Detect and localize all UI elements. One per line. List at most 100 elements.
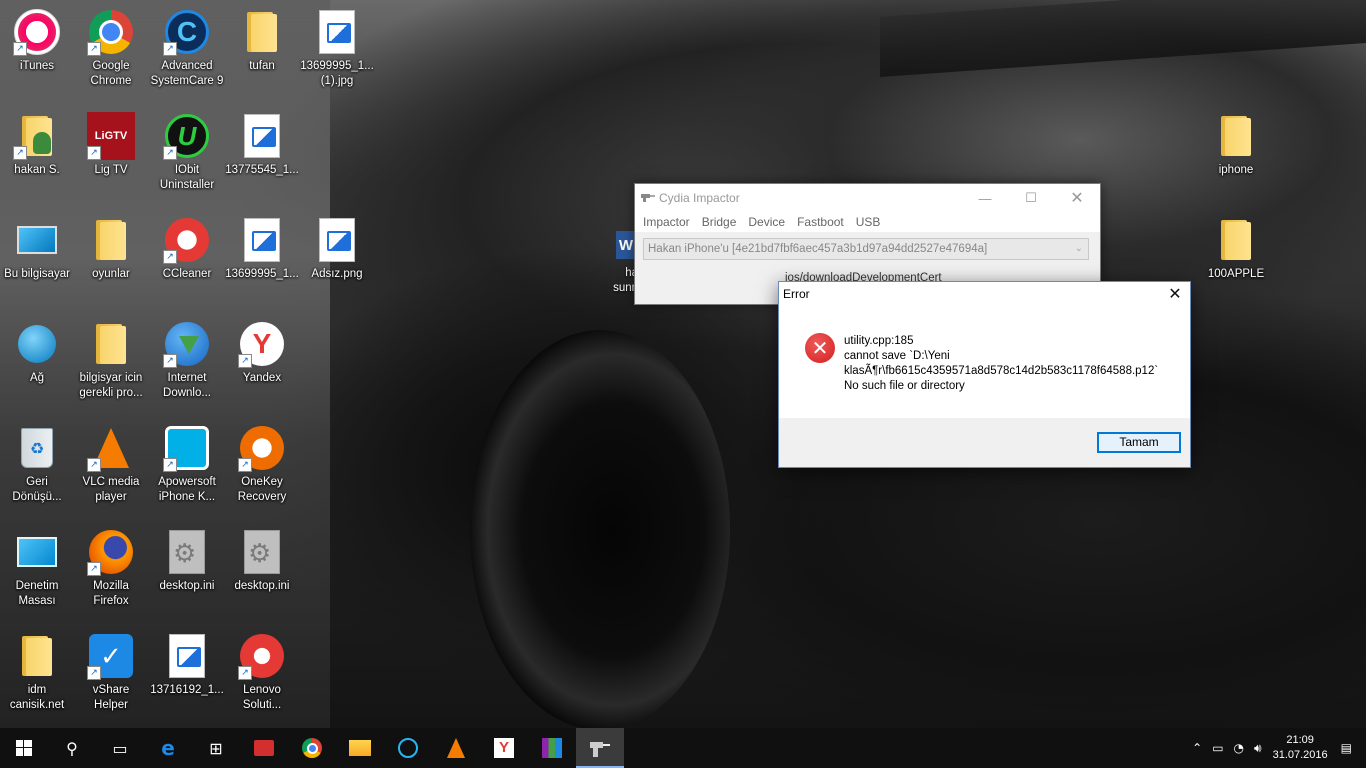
- desktop-icon-image-1[interactable]: 13699995_1... (1).jpg: [300, 0, 374, 100]
- start-button[interactable]: [0, 728, 48, 768]
- window-titlebar[interactable]: Cydia Impactor — ☐ ✕: [635, 184, 1100, 212]
- desktop-icon-desktop-ini-1[interactable]: desktop.ini: [150, 520, 224, 620]
- device-dropdown[interactable]: Hakan iPhone'u [4e21bd7fbf6aec457a3b1d97…: [643, 238, 1089, 260]
- desktop-icon-vlc[interactable]: ↗ VLC media player: [74, 416, 148, 516]
- desktop-icon-oyunlar[interactable]: oyunlar: [74, 208, 148, 308]
- device-dropdown-value: Hakan iPhone'u [4e21bd7fbf6aec457a3b1d97…: [648, 243, 988, 255]
- desktop-icon-ccleaner[interactable]: ↗ CCleaner: [150, 208, 224, 308]
- menu-impactor[interactable]: Impactor: [637, 212, 696, 232]
- desktop-icon-label: iphone: [1218, 164, 1254, 176]
- desktop-icon-adsiz-png[interactable]: Adsız.png: [300, 208, 374, 308]
- notification-icon[interactable]: ▤: [1341, 741, 1352, 755]
- desktop-icon-control-panel[interactable]: Denetim Masası: [0, 520, 74, 620]
- desktop-icon-label: IObit Uninstaller: [159, 164, 215, 191]
- dialog-close-button[interactable]: ✕: [1160, 282, 1190, 306]
- dialog-titlebar[interactable]: Error ✕: [779, 282, 1190, 306]
- taskbar-chrome[interactable]: [288, 728, 336, 768]
- menu-device[interactable]: Device: [742, 212, 791, 232]
- desktop-icon-label: desktop.ini: [234, 580, 290, 592]
- edge-icon: e: [161, 736, 175, 760]
- taskbar-reader[interactable]: [240, 728, 288, 768]
- vlc-icon: ↗: [87, 424, 135, 472]
- close-button[interactable]: ✕: [1054, 184, 1100, 212]
- wifi-icon[interactable]: ◔: [1234, 741, 1244, 755]
- task-view-button[interactable]: ▭: [96, 728, 144, 768]
- desktop-icon-label: CCleaner: [162, 268, 212, 280]
- desktop-icon-yandex[interactable]: Y ↗ Yandex: [225, 312, 299, 412]
- desktop-icon-label: 13775545_1...: [225, 164, 299, 176]
- menu-fastboot[interactable]: Fastboot: [791, 212, 850, 232]
- taskbar-winrar[interactable]: [528, 728, 576, 768]
- chevron-up-icon[interactable]: ⌃: [1192, 741, 1202, 755]
- desktop-icon-lenovo-solutions[interactable]: ↗ Lenovo Soluti...: [225, 624, 299, 724]
- clock-date: 31.07.2016: [1272, 749, 1328, 761]
- desktop-icon-idm-canisik[interactable]: idm canisik.net: [0, 624, 74, 724]
- onekey-recovery-icon: ↗: [238, 424, 286, 472]
- desktop-icon-label: Lenovo Soluti...: [242, 684, 282, 711]
- desktop-icon-recycle-bin[interactable]: ♻ Geri Dönüşü...: [0, 416, 74, 516]
- user-folder-icon: ↗: [13, 112, 61, 160]
- taskbar-edge[interactable]: e: [144, 728, 192, 768]
- store-icon: ⊞: [209, 738, 223, 758]
- error-dialog[interactable]: Error ✕ ✕ utility.cpp:185 cannot save `D…: [778, 281, 1191, 468]
- desktop-icon-desktop-ini-2[interactable]: desktop.ini: [225, 520, 299, 620]
- desktop-icon-label: 13699995_1...: [225, 268, 299, 280]
- desktop-icon-label: Yandex: [242, 372, 282, 384]
- vlc-icon: [447, 738, 465, 758]
- desktop-icon-iphone-folder[interactable]: iphone: [1199, 104, 1273, 204]
- internet-download-manager-icon: ↗: [163, 320, 211, 368]
- chevron-down-icon: ⌄: [1074, 243, 1083, 254]
- desktop-icon-internet-download-manager[interactable]: ↗ Internet Downlo...: [150, 312, 224, 412]
- taskbar-store[interactable]: ⊞: [192, 728, 240, 768]
- desktop-icon-label: Internet Downlo...: [163, 372, 211, 399]
- desktop-icon-label: hakan S.: [14, 164, 60, 176]
- desktop-icon-label: Bu bilgisayar: [4, 268, 70, 280]
- desktop-icon-iobit-uninstaller[interactable]: U ↗ IObit Uninstaller: [150, 104, 224, 204]
- desktop-icon-apowersoft[interactable]: ↗ Apowersoft iPhone K...: [150, 416, 224, 516]
- menu-bridge[interactable]: Bridge: [696, 212, 743, 232]
- minimize-button[interactable]: —: [962, 184, 1008, 212]
- desktop-icon-100apple-folder[interactable]: 100APPLE: [1199, 208, 1273, 308]
- desktop-icon-onekey-recovery[interactable]: ↗ OneKey Recovery: [225, 416, 299, 516]
- ccleaner-icon: ↗: [163, 216, 211, 264]
- desktop-icon-advanced-systemcare[interactable]: C ↗ Advanced SystemCare 9: [150, 0, 224, 100]
- taskbar-cydia-impactor[interactable]: [576, 728, 624, 768]
- clock[interactable]: 21:09 31.07.2016: [1273, 733, 1328, 763]
- taskbar-advanced-systemcare[interactable]: [384, 728, 432, 768]
- taskbar-vlc[interactable]: [432, 728, 480, 768]
- search-button[interactable]: ⚲: [48, 728, 96, 768]
- desktop-icon-ligtv[interactable]: LiGTV ↗ Lig TV: [74, 104, 148, 204]
- desktop-icon-image-3[interactable]: 13699995_1...: [225, 208, 299, 308]
- desktop-icon-network[interactable]: Ağ: [0, 312, 74, 412]
- ligtv-icon: LiGTV ↗: [87, 112, 135, 160]
- desktop-icon-vshare-helper[interactable]: ✓ ↗ vShare Helper: [74, 624, 148, 724]
- volume-icon[interactable]: 🔊︎: [1254, 741, 1262, 756]
- desktop-icon-label: Apowersoft iPhone K...: [158, 476, 216, 503]
- taskbar-yandex[interactable]: Y: [480, 728, 528, 768]
- desktop-icon-image-2[interactable]: 13775545_1...: [225, 104, 299, 204]
- image-file-icon: [238, 112, 286, 160]
- desktop-icon-image-4[interactable]: 13716192_1...: [150, 624, 224, 724]
- desktop-icon-label: desktop.ini: [159, 580, 215, 592]
- desktop-icon-tufan[interactable]: tufan: [225, 0, 299, 100]
- recycle-bin-icon: ♻: [13, 424, 61, 472]
- lenovo-solutions-icon: ↗: [238, 632, 286, 680]
- maximize-button[interactable]: ☐: [1008, 184, 1054, 212]
- taskbar-file-explorer[interactable]: [336, 728, 384, 768]
- desktop-icon-firefox[interactable]: ↗ Mozilla Firefox: [74, 520, 148, 620]
- desktop-icon-chrome[interactable]: ↗ Google Chrome: [74, 0, 148, 100]
- error-message: utility.cpp:185 cannot save `D:\Yeni kla…: [844, 334, 1158, 394]
- file-explorer-icon: [349, 740, 371, 756]
- desktop-icon-this-pc[interactable]: Bu bilgisayar: [0, 208, 74, 308]
- firefox-icon: ↗: [87, 528, 135, 576]
- battery-icon[interactable]: ▭: [1212, 741, 1223, 755]
- desktop-icon-gerekli-programlar[interactable]: bilgisyar icin gerekli pro...: [74, 312, 148, 412]
- word-document-icon[interactable]: W: [616, 231, 636, 259]
- drill-icon: [641, 194, 655, 202]
- vshare-icon: ✓ ↗: [87, 632, 135, 680]
- desktop-icon-hakan[interactable]: ↗ hakan S.: [0, 104, 74, 204]
- menu-usb[interactable]: USB: [850, 212, 887, 232]
- desktop-icon-itunes[interactable]: ↗ iTunes: [0, 0, 74, 100]
- error-line: No such file or directory: [844, 380, 965, 392]
- ok-button[interactable]: Tamam: [1097, 432, 1181, 453]
